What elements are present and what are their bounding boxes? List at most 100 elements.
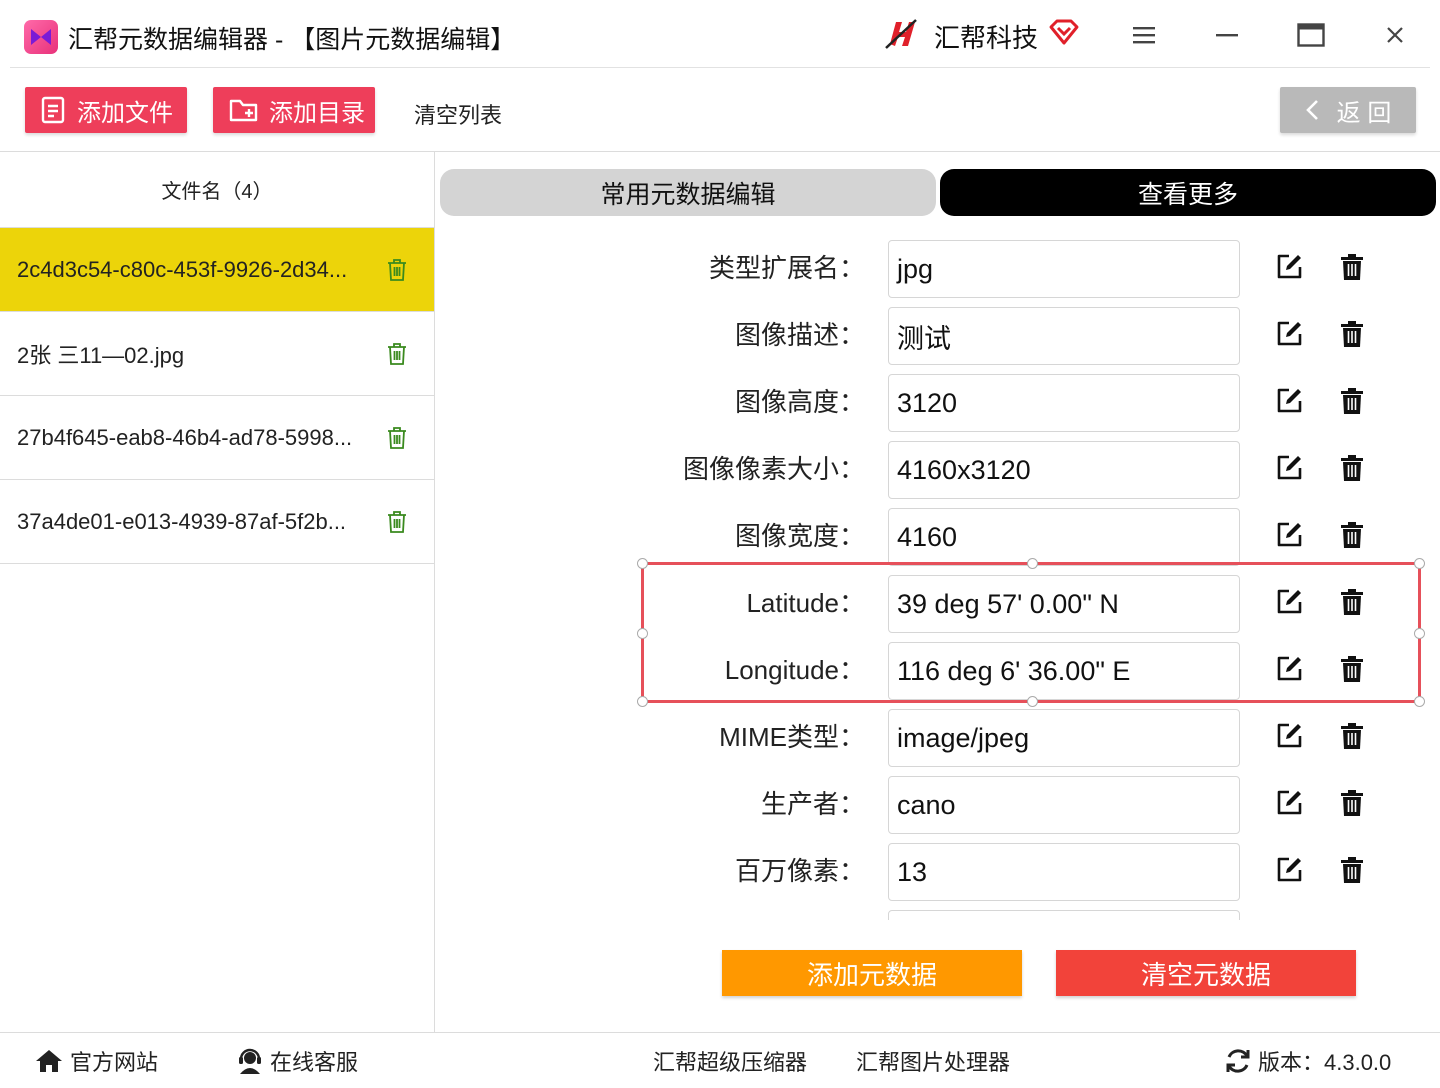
app-logo-icon	[24, 20, 58, 54]
metadata-label: MIME类型：	[719, 722, 865, 752]
delete-icon[interactable]	[1340, 588, 1364, 621]
metadata-value-field[interactable]: 3120	[888, 374, 1240, 432]
delete-icon[interactable]	[1340, 454, 1364, 487]
back-label: 返 回	[1336, 99, 1392, 127]
metadata-value-field[interactable]: 13	[888, 843, 1240, 901]
image-processor-link[interactable]: 汇帮图片处理器	[856, 1045, 1010, 1077]
file-list-item[interactable]: 27b4f645-eab8-46b4-ad78-5998...	[0, 396, 434, 480]
metadata-label: 图像宽度：	[734, 521, 865, 551]
edit-icon[interactable]	[1274, 386, 1304, 421]
edit-icon[interactable]	[1274, 587, 1304, 622]
metadata-row: 图像描述： 测试	[436, 307, 1440, 374]
tab-view-more[interactable]: 查看更多	[940, 169, 1436, 216]
metadata-label: 图像像素大小：	[682, 454, 865, 484]
official-website-label: 官方网站	[70, 1050, 159, 1075]
add-file-button[interactable]: 添加文件	[25, 87, 187, 133]
delete-icon[interactable]	[1340, 320, 1364, 353]
metadata-list: 类型扩展名： jpg 图像描述： 测试 图像高度： 3120 图像像素大小： 4160x312…	[436, 240, 1440, 920]
online-support-link[interactable]: 在线客服	[236, 1045, 358, 1077]
edit-icon[interactable]	[1274, 319, 1304, 354]
clear-metadata-button[interactable]: 清空元数据	[1056, 950, 1356, 996]
trash-icon[interactable]	[386, 426, 408, 450]
metadata-label: 图像描述：	[734, 320, 865, 350]
status-footer: 官方网站 在线客服 汇帮超级压缩器 汇帮图片处理器 版本：4.3.0.0	[0, 1032, 1440, 1088]
edit-icon[interactable]	[1274, 721, 1304, 756]
delete-icon[interactable]	[1340, 856, 1364, 889]
title-bar: 汇帮元数据编辑器 - 【图片元数据编辑】 汇帮科技	[0, 0, 1440, 68]
metadata-row: Longitude： 116 deg 6' 36.00" E	[436, 642, 1440, 709]
add-directory-label: 添加目录	[269, 99, 365, 127]
file-name: 2张 三11—02.jpg	[17, 342, 185, 368]
official-website-link[interactable]: 官方网站	[34, 1045, 158, 1077]
edit-icon[interactable]	[1274, 654, 1304, 689]
edit-icon[interactable]	[1274, 252, 1304, 287]
minimize-icon[interactable]	[1210, 18, 1244, 52]
metadata-row: 生产者： cano	[436, 776, 1440, 843]
clear-list-button[interactable]: 清空列表	[414, 98, 502, 130]
compressor-link[interactable]: 汇帮超级压缩器	[653, 1045, 807, 1077]
metadata-label: 百万像素：	[734, 856, 865, 886]
delete-icon[interactable]	[1340, 789, 1364, 822]
version-info[interactable]: 版本：4.3.0.0	[1224, 1045, 1391, 1077]
metadata-label: Longitude：	[724, 655, 865, 685]
metadata-value-field[interactable]: jpg	[888, 240, 1240, 298]
metadata-row: Latitude： 39 deg 57' 0.00" N	[436, 575, 1440, 642]
window-title: 汇帮元数据编辑器 - 【图片元数据编辑】	[68, 26, 516, 54]
edit-icon[interactable]	[1274, 453, 1304, 488]
edit-icon[interactable]	[1274, 788, 1304, 823]
menu-icon[interactable]	[1127, 18, 1161, 52]
metadata-row: 百万像素： 13	[436, 843, 1440, 910]
file-name: 27b4f645-eab8-46b4-ad78-5998...	[17, 424, 353, 450]
home-icon	[36, 1050, 62, 1072]
metadata-label: 修改日期：	[735, 918, 865, 920]
metadata-value-field[interactable]: 4160	[888, 508, 1240, 566]
metadata-label: 图像高度：	[734, 387, 865, 417]
trash-icon[interactable]	[386, 510, 408, 534]
metadata-label: Latitude：	[746, 588, 865, 618]
metadata-row: 图像像素大小： 4160x3120	[436, 441, 1440, 508]
file-list-item[interactable]: 2c4d3c54-c80c-453f-9926-2d34...	[0, 228, 434, 312]
add-metadata-button[interactable]: 添加元数据	[722, 950, 1022, 996]
vip-diamond-icon[interactable]	[1048, 18, 1080, 46]
edit-icon[interactable]	[1274, 520, 1304, 555]
metadata-value-field[interactable]: 4160x3120	[888, 441, 1240, 499]
delete-icon[interactable]	[1340, 521, 1364, 554]
metadata-value-field[interactable]: 2025:07:08 16:18:00	[888, 910, 1240, 920]
maximize-icon[interactable]	[1294, 18, 1328, 52]
file-list-panel: 文件名（4） 2c4d3c54-c80c-453f-9926-2d34... 2…	[0, 152, 435, 1032]
customer-service-icon	[239, 1048, 261, 1074]
toolbar: 添加文件 添加目录 清空列表 返 回	[0, 68, 1440, 152]
back-button[interactable]: 返 回	[1280, 87, 1416, 133]
file-list-item[interactable]: 2张 三11—02.jpg	[0, 312, 434, 396]
brand-name: 汇帮科技	[934, 23, 1039, 53]
metadata-value-field[interactable]: 39 deg 57' 0.00" N	[888, 575, 1240, 633]
brand-logo-icon	[885, 19, 917, 49]
delete-icon[interactable]	[1340, 387, 1364, 420]
metadata-value-field[interactable]: 测试	[888, 307, 1240, 365]
refresh-icon	[1226, 1049, 1250, 1073]
folder-add-icon	[229, 97, 259, 123]
close-icon[interactable]	[1378, 18, 1412, 52]
tab-common-metadata[interactable]: 常用元数据编辑	[440, 169, 936, 216]
file-name: 2c4d3c54-c80c-453f-9926-2d34...	[17, 256, 348, 282]
metadata-value-field[interactable]: cano	[888, 776, 1240, 834]
metadata-value-field[interactable]: image/jpeg	[888, 709, 1240, 767]
delete-icon[interactable]	[1340, 253, 1364, 286]
file-list-item[interactable]: 37a4de01-e013-4939-87af-5f2b...	[0, 480, 434, 564]
delete-icon[interactable]	[1340, 655, 1364, 688]
file-list-icon	[41, 96, 67, 124]
edit-icon[interactable]	[1274, 855, 1304, 890]
trash-icon[interactable]	[386, 258, 408, 282]
delete-icon[interactable]	[1340, 722, 1364, 755]
metadata-row: 图像宽度： 4160	[436, 508, 1440, 575]
add-file-label: 添加文件	[77, 99, 173, 127]
metadata-editor-panel: 常用元数据编辑 查看更多 类型扩展名： jpg 图像描述： 测试 图像高度： 3120 图像…	[436, 152, 1440, 1032]
trash-icon[interactable]	[386, 342, 408, 366]
metadata-label: 类型扩展名：	[708, 253, 865, 283]
add-directory-button[interactable]: 添加目录	[213, 87, 375, 133]
version-label: 版本：4.3.0.0	[1258, 1050, 1392, 1075]
metadata-value-field[interactable]: 116 deg 6' 36.00" E	[888, 642, 1240, 700]
chevron-left-icon	[1305, 100, 1318, 120]
online-support-label: 在线客服	[270, 1050, 359, 1075]
file-list-header: 文件名（4）	[0, 152, 434, 228]
